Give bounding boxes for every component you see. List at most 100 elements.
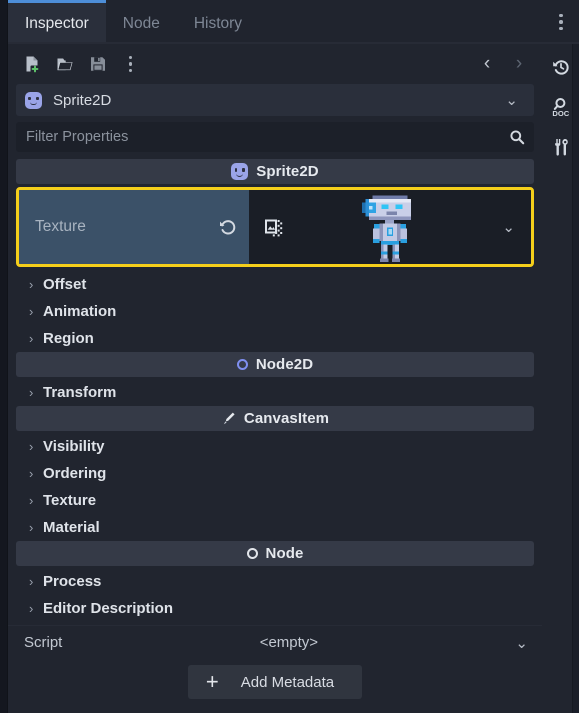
property-list: Sprite2D Texture ⌄ › Offset › Animation …: [8, 159, 542, 625]
tab-node-label: Node: [122, 14, 160, 32]
revert-arrow-icon[interactable]: [217, 216, 239, 238]
texture-thumbnail-wrap[interactable]: [283, 192, 496, 262]
vertical-dots-icon: [128, 55, 133, 73]
tabbar-menu-button[interactable]: [543, 0, 579, 44]
property-label: Ordering: [43, 465, 107, 482]
section-title: CanvasItem: [243, 410, 330, 427]
history-revert-icon: [552, 60, 569, 75]
tab-history-label: History: [193, 14, 243, 32]
object-tools-icon: [554, 139, 568, 156]
object-selector-label: Sprite2D: [53, 91, 112, 109]
expand-arrow-icon: ›: [29, 574, 34, 589]
expand-arrow-icon: ›: [29, 304, 34, 319]
chevron-down-icon: ⌄: [505, 92, 518, 109]
script-label: Script: [24, 634, 63, 651]
adjacent-panel-edge: [0, 0, 8, 713]
texture-property-value-cell: ⌄: [249, 190, 531, 264]
texture-property-row[interactable]: Texture ⌄: [16, 187, 534, 267]
property-row-offset[interactable]: › Offset: [16, 271, 534, 298]
section-title: Node2D: [255, 356, 314, 373]
section-header-sprite2d[interactable]: Sprite2D: [16, 159, 534, 184]
property-label: Transform: [43, 384, 117, 401]
expand-arrow-icon: ›: [29, 601, 34, 616]
texture-property-label: Texture: [35, 218, 86, 235]
inspector-toolbar: ‹ ›: [8, 44, 542, 84]
open-documentation-button[interactable]: DOC: [548, 94, 574, 120]
expand-arrow-icon: ›: [29, 493, 34, 508]
script-value: <empty>: [259, 634, 319, 651]
search-input[interactable]: [26, 129, 509, 145]
property-label: Texture: [43, 492, 97, 509]
sprite2d-icon: [25, 91, 42, 109]
expand-arrow-icon: ›: [29, 439, 34, 454]
inspector-body: ‹ › Sprite2D ⌄ Filter Properties Sprite2…: [8, 44, 579, 713]
filter-properties-bar: [16, 122, 534, 152]
quick-load-texture-icon[interactable]: [263, 217, 283, 238]
resource-extra-menu-button[interactable]: [115, 49, 146, 79]
property-row-ordering[interactable]: › Ordering: [16, 460, 534, 487]
open-documentation-icon: DOC: [552, 98, 569, 118]
property-row-editor-description[interactable]: › Editor Description: [16, 595, 534, 622]
tab-inspector[interactable]: Inspector: [8, 0, 106, 44]
history-back-button[interactable]: ‹: [472, 49, 502, 79]
history-revert-button[interactable]: [548, 54, 574, 80]
add-metadata-wrap: + Add Metadata: [8, 659, 542, 713]
property-label: Material: [43, 519, 100, 536]
chevron-right-icon: ›: [515, 53, 523, 74]
script-chevron-down-icon[interactable]: ⌄: [515, 634, 528, 652]
save-floppy-icon: [90, 57, 105, 71]
property-row-process[interactable]: › Process: [16, 568, 534, 595]
expand-arrow-icon: ›: [29, 385, 34, 400]
tab-history[interactable]: History: [177, 0, 259, 44]
script-property-row[interactable]: Script <empty> ⌄: [8, 625, 542, 659]
property-label: Region: [43, 330, 94, 347]
new-resource-button[interactable]: [16, 49, 47, 79]
property-row-texture[interactable]: › Texture: [16, 487, 534, 514]
expand-arrow-icon: ›: [29, 277, 34, 292]
property-row-region[interactable]: › Region: [16, 325, 534, 352]
texture-chevron-down-icon[interactable]: ⌄: [496, 218, 521, 236]
save-resource-button[interactable]: [82, 49, 113, 79]
property-label: Animation: [43, 303, 117, 320]
open-folder-icon: [57, 58, 72, 71]
svg-text:DOC: DOC: [552, 109, 569, 118]
node2d-circle-icon: [236, 359, 248, 370]
sprite2d-icon: [231, 163, 249, 180]
canvasitem-brush-icon: [223, 412, 235, 425]
section-title: Sprite2D: [256, 163, 319, 180]
section-title: Node: [265, 545, 304, 562]
open-resource-button[interactable]: [49, 49, 80, 79]
expand-arrow-icon: ›: [29, 466, 34, 481]
section-header-canvasitem[interactable]: CanvasItem: [16, 406, 534, 431]
tabbar-spacer: [259, 0, 543, 44]
chevron-left-icon: ‹: [483, 53, 491, 74]
property-row-material[interactable]: › Material: [16, 514, 534, 541]
section-header-node2d[interactable]: Node2D: [16, 352, 534, 377]
tab-inspector-label: Inspector: [25, 14, 89, 32]
search-icon[interactable]: [509, 129, 525, 145]
expand-arrow-icon: ›: [29, 331, 34, 346]
property-row-visibility[interactable]: › Visibility: [16, 433, 534, 460]
inspector-tabbar: Inspector Node History: [8, 0, 579, 44]
new-resource-icon: [26, 56, 39, 73]
inspector-main-column: ‹ › Sprite2D ⌄ Filter Properties Sprite2…: [8, 44, 542, 713]
texture-property-label-cell: Texture: [19, 190, 250, 264]
add-metadata-button[interactable]: + Add Metadata: [187, 665, 363, 699]
property-row-transform[interactable]: › Transform: [16, 379, 534, 406]
history-forward-button[interactable]: ›: [504, 49, 534, 79]
property-label: Offset: [43, 276, 87, 293]
node-circle-icon: [246, 548, 258, 559]
expand-arrow-icon: ›: [29, 520, 34, 535]
property-label: Visibility: [43, 438, 105, 455]
plus-icon: +: [205, 669, 219, 694]
property-label: Editor Description: [43, 600, 174, 617]
property-row-animation[interactable]: › Animation: [16, 298, 534, 325]
vertical-dots-icon: [559, 13, 563, 31]
object-tools-button[interactable]: [548, 134, 574, 160]
tab-node[interactable]: Node: [106, 0, 177, 44]
add-metadata-label: Add Metadata: [240, 673, 335, 691]
section-header-node[interactable]: Node: [16, 541, 534, 566]
object-selector[interactable]: Sprite2D ⌄: [16, 84, 534, 116]
robot-sprite-thumbnail: [361, 195, 411, 262]
panel-right-edge: [572, 44, 579, 713]
